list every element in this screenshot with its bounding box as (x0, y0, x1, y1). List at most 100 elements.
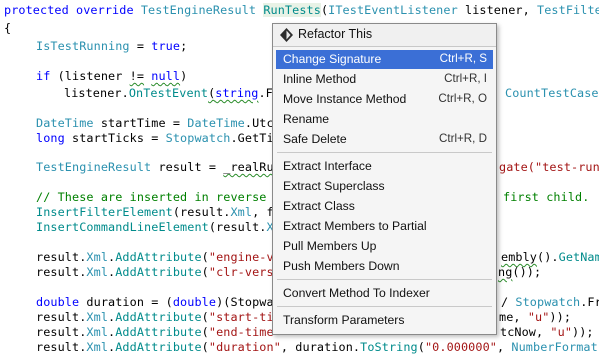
code-line[interactable]: listener.OnTestEvent(string.Fo (64, 84, 280, 102)
code-token: ) (180, 69, 188, 83)
code-token: ITestEventListener (328, 3, 458, 17)
menu-item-inline-method[interactable]: Inline Method Ctrl+R, I (276, 70, 493, 89)
refactor-icon (280, 28, 293, 47)
code-token: Xml (86, 265, 109, 279)
code-token: DateTime (187, 116, 245, 130)
code-line[interactable]: { (4, 19, 11, 37)
code-token: != (129, 69, 145, 83)
menu-item-extract-superclass[interactable]: Extract Superclass (276, 177, 493, 196)
menu-item-label: Extract Superclass (283, 179, 385, 193)
code-token: startTime = (93, 116, 188, 130)
code-token: "clr-versi (208, 265, 281, 279)
code-token: TestFilter (537, 3, 599, 17)
code-token: AddAttribute (115, 310, 202, 324)
code-token: Xml (230, 205, 253, 219)
code-token: ToString (360, 340, 418, 354)
menu-item-shortcut: Ctrl+R, I (444, 72, 487, 85)
code-token: string (215, 86, 259, 100)
code-token: = (129, 39, 152, 53)
code-token: InsertFilterElement (36, 205, 173, 219)
code-line[interactable]: result.Xml.AddAttribute("duration", dura… (36, 338, 599, 356)
menu-item-convert-method-to-indexer[interactable]: Convert Method To Indexer (276, 284, 493, 303)
code-token: (result. (172, 205, 231, 219)
code-token: ( (201, 265, 209, 279)
menu-item-move-instance-method[interactable]: Move Instance Method Ctrl+R, O (276, 90, 493, 109)
menu-item-label: Change Signature (283, 52, 382, 66)
code-fragment: ng()); (498, 263, 541, 281)
code-token: NumberFormatIns (511, 340, 599, 354)
code-token: ( (201, 310, 209, 324)
menu-item-transform-parameters[interactable]: Transform Parameters (276, 311, 493, 330)
code-token: me, (499, 310, 528, 324)
code-line[interactable]: TestEngineResult result = _realRun (36, 158, 281, 176)
code-line[interactable]: InsertCommandLineElement(result.Xm (36, 218, 281, 236)
menu-item-pull-members-up[interactable]: Pull Members Up (276, 237, 493, 256)
code-token: long (36, 131, 65, 145)
code-token: gate("test-run", (499, 160, 599, 174)
code-token: listener, (457, 3, 538, 17)
code-line[interactable]: long startTicks = Stopwatch.GetTim (36, 129, 281, 147)
code-token: ( (201, 325, 209, 339)
menu-item-label: Transform Parameters (283, 313, 405, 327)
code-line[interactable]: result.Xml.AddAttribute("clr-versi (36, 263, 281, 281)
menu-item-label: Move Instance Method (283, 92, 407, 106)
code-token: result. (36, 325, 87, 339)
code-fragment: gate("test-run", (499, 158, 599, 176)
menu-separator (277, 279, 492, 280)
code-token: / (501, 295, 516, 309)
menu-item-extract-class[interactable]: Extract Class (276, 197, 493, 216)
code-token-count-test-cases: CountTestCases (505, 86, 599, 100)
code-token: (listener (50, 69, 130, 83)
code-token: DateTime (36, 116, 94, 130)
menu-item-label: Push Members Down (283, 259, 400, 273)
code-token: Stopwatch (165, 131, 231, 145)
code-token: Xml (86, 340, 109, 354)
code-token: (result. (208, 220, 267, 234)
menu-item-label: Inline Method (283, 72, 357, 86)
code-token: (). (537, 250, 559, 264)
code-token: result. (36, 265, 87, 279)
code-token: "end-time" (208, 325, 281, 339)
menu-separator (277, 152, 492, 153)
code-token: Xml (86, 250, 109, 264)
code-token: ; (180, 39, 188, 53)
code-line[interactable]: IsTestRunning = true; (36, 37, 187, 55)
code-token: "0.000000" (424, 340, 497, 354)
code-token: OnTestEvent (128, 86, 209, 100)
code-line[interactable]: if (listener != null) (36, 67, 187, 85)
menu-item-extract-interface[interactable]: Extract Interface (276, 157, 493, 176)
code-token: "u" (527, 310, 550, 324)
menu-item-push-members-down[interactable]: Push Members Down (276, 257, 493, 276)
menu-item-label: Extract Class (283, 199, 355, 213)
menu-item-label: Extract Interface (283, 159, 372, 173)
code-token: double (36, 295, 80, 309)
menu-item-label: Convert Method To Indexer (283, 286, 430, 300)
code-token: result = (151, 160, 224, 174)
menu-separator (277, 306, 492, 307)
refactor-popup-header: Refactor This (273, 24, 496, 47)
menu-item-shortcut: Ctrl+R, O (438, 92, 487, 105)
code-token: )); (549, 310, 572, 324)
refactor-this-popup: Refactor This Change Signature Ctrl+R, S… (272, 23, 497, 335)
code-token: Xml (86, 325, 109, 339)
method-name-runtests[interactable]: RunTests (263, 3, 321, 17)
menu-item-label: Rename (283, 112, 330, 126)
code-token: startTicks = (64, 131, 166, 145)
code-line[interactable]: protected override TestEngineResult RunT… (4, 1, 599, 19)
menu-item-safe-delete[interactable]: Safe Delete Ctrl+R, D (276, 130, 493, 149)
code-token: null (151, 69, 181, 83)
code-token: ()); (512, 265, 542, 279)
menu-item-label: Extract Members to Partial (283, 219, 427, 233)
code-token: AddAttribute (115, 265, 202, 279)
code-token: ( (417, 340, 425, 354)
code-token: IsTestRunning (36, 39, 130, 53)
code-comment-tail: first child. (503, 190, 590, 204)
code-token: result. (36, 310, 87, 324)
code-token: ng (498, 265, 513, 279)
menu-item-change-signature[interactable]: Change Signature Ctrl+R, S (276, 50, 493, 69)
menu-item-extract-members-to-partial[interactable]: Extract Members to Partial (276, 217, 493, 236)
code-token: double (172, 295, 217, 309)
code-token: ( (201, 340, 209, 354)
code-token: "duration" (208, 340, 281, 354)
menu-item-rename[interactable]: Rename (276, 110, 493, 129)
